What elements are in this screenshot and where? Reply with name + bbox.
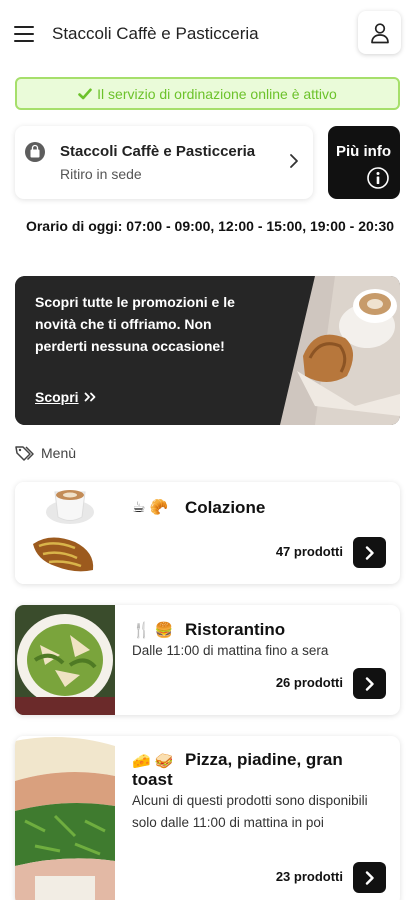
category-open-button[interactable]	[353, 668, 386, 699]
store-service-mode: Ritiro in sede	[60, 166, 142, 182]
colazione-photo	[15, 482, 115, 584]
user-account-button[interactable]	[358, 11, 401, 54]
hamburger-menu-icon[interactable]	[14, 24, 36, 42]
double-chevron-right-icon	[85, 392, 96, 402]
category-title: Colazione	[185, 498, 266, 517]
ordering-status-banner: Il servizio di ordinazione online è atti…	[15, 77, 400, 110]
more-info-label: Più info	[336, 143, 391, 160]
promo-discover-link[interactable]: Scopri	[35, 389, 98, 405]
pizza-piadine-photo	[15, 736, 115, 900]
check-icon	[78, 88, 92, 99]
category-description: Dalle 11:00 di mattina fino a sera	[132, 643, 329, 658]
store-selector[interactable]: Staccoli Caffè e Pasticceria Ritiro in s…	[15, 126, 313, 199]
category-emojis: ☕ 🥐	[132, 499, 169, 516]
category-title: Ristorantino	[185, 620, 286, 639]
category-card-pizza-piadine[interactable]: 🧀 🥪 Pizza, piadine, gran toast Alcuni di…	[15, 736, 400, 900]
category-product-count: 23 prodotti	[275, 869, 343, 884]
tags-icon	[15, 446, 34, 461]
category-product-count: 26 prodotti	[275, 675, 343, 690]
category-description: Alcuni di questi prodotti sono disponibi…	[132, 793, 368, 830]
more-info-button[interactable]: Più info	[328, 126, 400, 199]
chevron-right-icon	[365, 545, 374, 560]
chevron-right-icon	[290, 154, 298, 168]
chevron-right-icon	[365, 870, 374, 885]
category-card-colazione[interactable]: ☕ 🥐 Colazione 47 prodotti	[15, 482, 400, 584]
chevron-right-icon	[365, 676, 374, 691]
user-icon	[370, 22, 389, 43]
info-circle-icon	[367, 167, 389, 189]
app-title: Staccoli Caffè e Pasticceria	[52, 24, 259, 43]
app-header: Staccoli Caffè e Pasticceria	[0, 0, 415, 66]
category-title: Pizza, piadine, gran toast	[132, 750, 343, 789]
menu-section-label: Menù	[41, 445, 77, 461]
ordering-status-text: Il servizio di ordinazione online è atti…	[97, 85, 337, 102]
menu-section-heading: Menù	[15, 445, 76, 461]
category-card-ristorantino[interactable]: 🍴 🍔 Ristorantino Dalle 11:00 di mattina …	[15, 605, 400, 715]
category-emojis: 🍴 🍔	[132, 622, 174, 639]
promo-discover-label: Scopri	[35, 389, 79, 405]
promo-banner[interactable]: Scopri tutte le promozioni e le novità c…	[15, 276, 400, 425]
store-name: Staccoli Caffè e Pasticceria	[60, 143, 256, 160]
category-open-button[interactable]	[353, 862, 386, 893]
category-open-button[interactable]	[353, 537, 386, 568]
promo-text: Scopri tutte le promozioni e le novità c…	[35, 294, 235, 354]
shopping-bag-icon	[25, 142, 45, 162]
opening-hours: Orario di oggi: 07:00 - 09:00, 12:00 - 1…	[25, 218, 395, 234]
ristorantino-photo	[15, 605, 115, 715]
category-product-count: 47 prodotti	[275, 544, 343, 559]
